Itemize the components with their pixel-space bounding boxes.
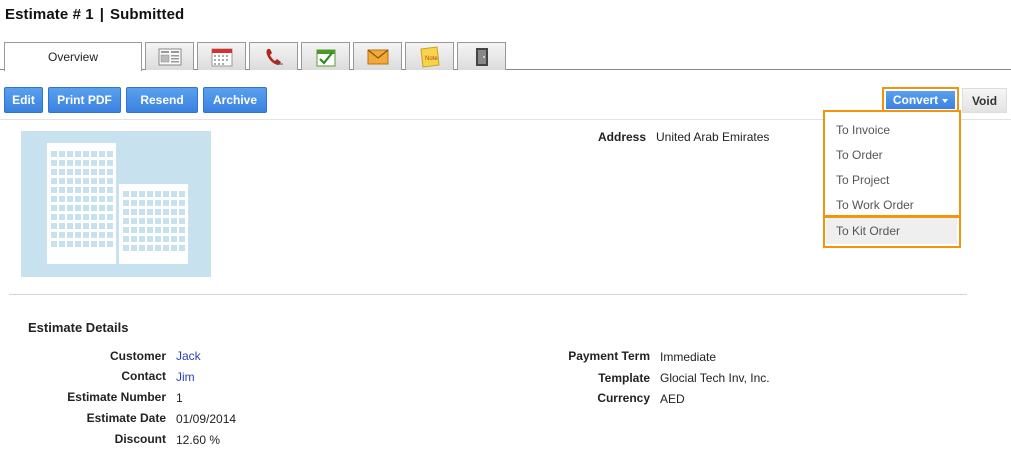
customer-link[interactable]: Jack: [176, 349, 201, 363]
template-value: Glocial Tech Inv, Inc.: [660, 371, 770, 385]
tab-overview[interactable]: Overview: [4, 42, 142, 71]
customer-label: Customer: [109, 349, 166, 363]
tab-calls[interactable]: [249, 42, 298, 70]
company-placeholder-image: [21, 131, 211, 277]
menu-item-to-kit-order[interactable]: To Kit Order: [826, 217, 957, 244]
tab-emails[interactable]: [353, 42, 402, 70]
resend-button[interactable]: Resend: [126, 87, 198, 113]
estimate-number-label: Estimate Number: [67, 390, 166, 404]
print-pdf-button[interactable]: Print PDF: [48, 87, 121, 113]
note-icon: Note: [419, 45, 440, 68]
calendar-icon: [211, 48, 232, 66]
contact-label: Contact: [121, 369, 166, 383]
tab-bar: Overview Note: [4, 42, 506, 71]
tab-tasks[interactable]: [301, 42, 350, 70]
tab-documents[interactable]: [145, 42, 194, 70]
phone-icon: [266, 48, 283, 65]
tab-overview-label: Overview: [47, 50, 98, 64]
action-toolbar: Edit Print PDF Resend Archive: [4, 87, 267, 113]
title-separator: |: [99, 6, 105, 23]
template-label: Template: [598, 371, 650, 385]
currency-label: Currency: [597, 391, 650, 405]
section-divider: [9, 294, 967, 295]
tab-notes[interactable]: Note: [405, 42, 454, 70]
currency-value: AED: [660, 392, 685, 406]
address-value: United Arab Emirates: [656, 130, 770, 144]
tab-calendar[interactable]: [197, 42, 246, 70]
address-label: Address: [598, 130, 647, 144]
estimate-number-value: 1: [176, 391, 183, 405]
document-icon: [158, 48, 181, 65]
contact-link[interactable]: Jim: [176, 370, 195, 384]
void-button[interactable]: Void: [962, 88, 1007, 113]
archive-button[interactable]: Archive: [203, 87, 267, 113]
estimate-title: Estimate # 1: [5, 6, 94, 23]
menu-item-to-invoice[interactable]: To Invoice: [836, 123, 890, 137]
chevron-down-icon: [942, 98, 949, 103]
task-check-icon: [316, 49, 335, 66]
svg-text:Note: Note: [425, 56, 438, 62]
menu-item-to-work-order[interactable]: To Work Order: [836, 198, 914, 212]
payment-term-label: Payment Term: [568, 349, 650, 363]
tab-exit[interactable]: [457, 42, 506, 70]
discount-label: Discount: [114, 432, 166, 446]
convert-button[interactable]: Convert: [886, 91, 955, 109]
estimate-date-value: 01/09/2014: [176, 412, 237, 426]
menu-item-to-project[interactable]: To Project: [836, 173, 889, 187]
convert-button-label: Convert: [892, 93, 939, 107]
estimate-status: Submitted: [110, 6, 185, 23]
discount-value: 12.60 %: [176, 433, 221, 447]
estimate-details-heading: Estimate Details: [28, 320, 129, 335]
estimate-date-label: Estimate Date: [86, 411, 166, 425]
email-icon: [367, 49, 388, 64]
page-title: Estimate # 1 | Submitted: [5, 6, 184, 23]
building-icon: [47, 143, 188, 264]
menu-item-to-order[interactable]: To Order: [836, 148, 883, 162]
door-exit-icon: [475, 47, 488, 66]
payment-term-value: Immediate: [660, 350, 717, 364]
edit-button[interactable]: Edit: [4, 87, 43, 113]
